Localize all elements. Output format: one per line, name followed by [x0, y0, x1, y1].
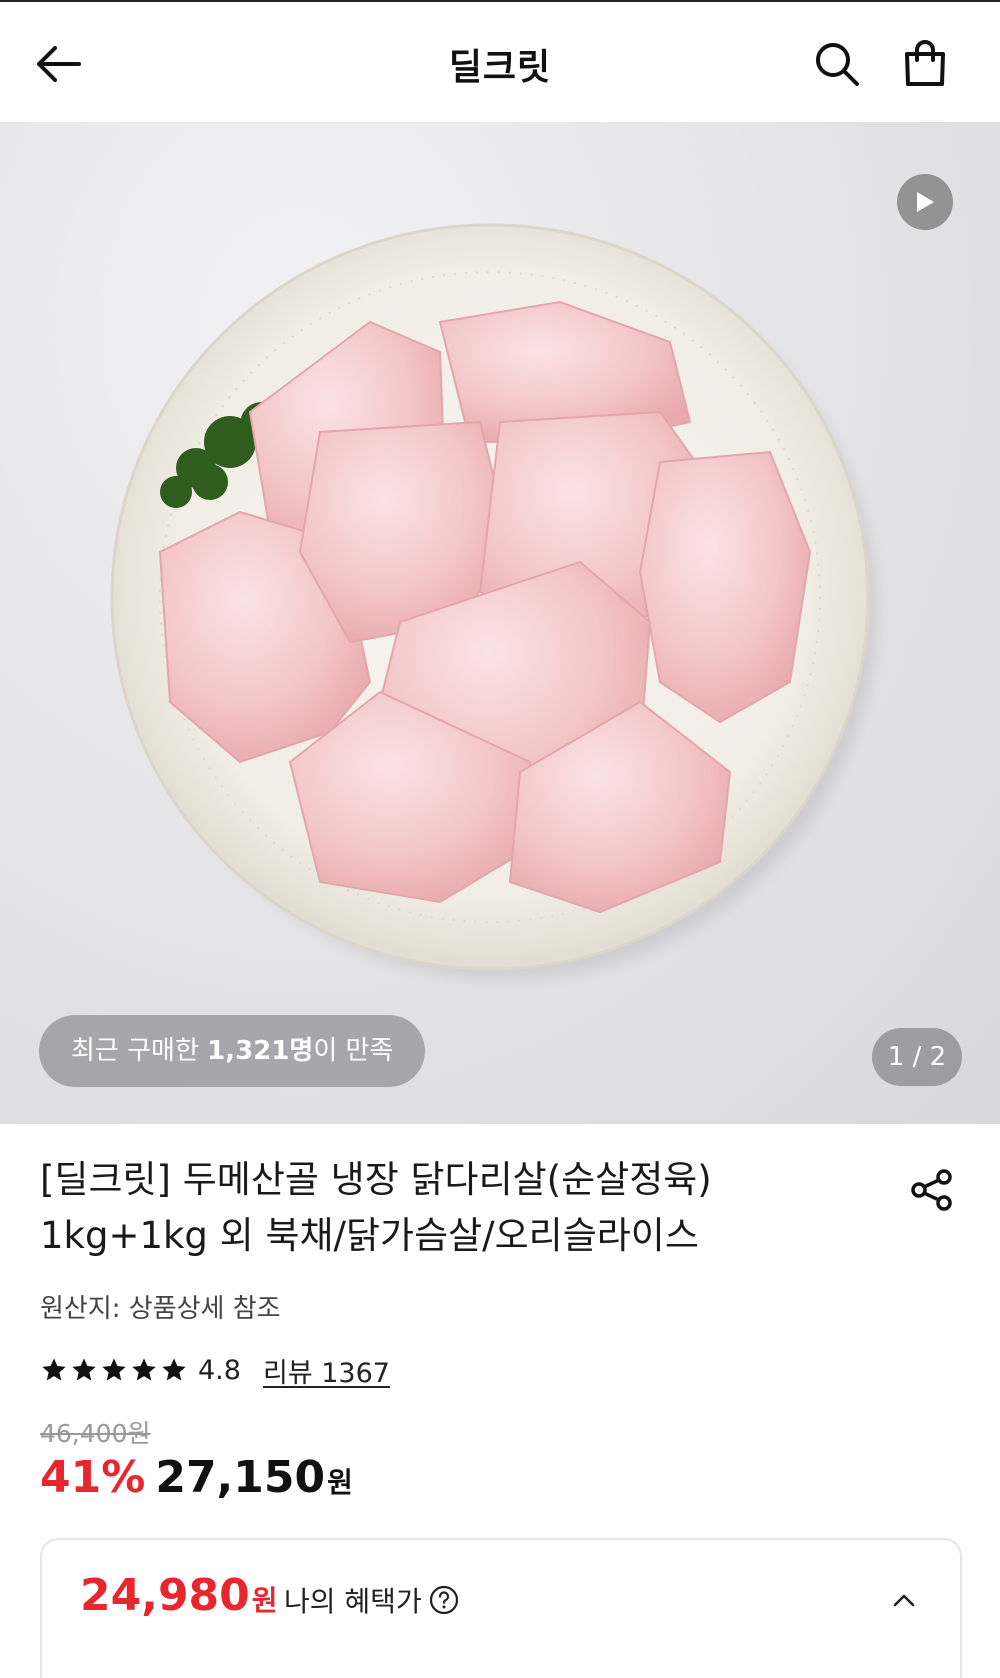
discount-rate: 41%: [40, 1452, 146, 1503]
origin-info: 원산지: 상품상세 참조: [40, 1294, 281, 1324]
product-title-line1: [딜크릿] 두메산골 냉장 닭다리살(순살정육): [40, 1158, 712, 1201]
star-icon: [162, 1358, 186, 1381]
share-button[interactable]: [900, 1158, 964, 1222]
benefit-price: 24,980 원: [80, 1570, 278, 1621]
chevron-up-icon: [893, 1594, 915, 1607]
sale-price: 27,150: [155, 1452, 326, 1503]
cart-button[interactable]: [893, 32, 957, 96]
price-row: 41% 27,150 원: [40, 1452, 353, 1503]
star-rating: [40, 1356, 188, 1384]
benefit-price-value: 24,980: [80, 1570, 250, 1621]
benefit-label-text: 나의 혜택가: [284, 1585, 422, 1618]
satisfaction-prefix: 최근 구매한: [71, 1036, 208, 1066]
play-icon: [917, 192, 934, 212]
reviews-link[interactable]: 리뷰 1367: [263, 1351, 390, 1390]
benefit-currency: 원: [251, 1584, 278, 1617]
app-header: 딜크릿: [0, 0, 1000, 122]
benefit-price-card[interactable]: 24,980 원 나의 혜택가: [40, 1538, 962, 1678]
question-circle-icon[interactable]: [428, 1584, 460, 1616]
product-title-line2: 1kg+1kg 외 북채/닭가슴살/오리슬라이스: [40, 1214, 699, 1257]
star-icon: [72, 1358, 96, 1381]
product-image-carousel[interactable]: 최근 구매한 1,321명이 만족 1 / 2: [0, 122, 1000, 1124]
search-button[interactable]: [805, 32, 869, 96]
original-price: 46,400원: [40, 1419, 151, 1448]
share-icon: [911, 1169, 952, 1211]
star-icon: [102, 1358, 126, 1381]
shopping-bag-icon: [905, 40, 945, 86]
star-icon: [42, 1358, 66, 1381]
benefit-toggle-button[interactable]: [880, 1576, 928, 1624]
satisfaction-suffix: 이 만족: [313, 1036, 394, 1066]
search-icon: [816, 43, 859, 86]
rating-value: 4.8: [198, 1354, 241, 1386]
satisfaction-count: 1,321명: [207, 1036, 314, 1066]
product-title: [딜크릿] 두메산골 냉장 닭다리살(순살정육) 1kg+1kg 외 북채/닭가…: [40, 1152, 870, 1264]
rating-row: 4.8 리뷰 1367: [40, 1350, 390, 1390]
image-counter: 1 / 2: [872, 1028, 962, 1086]
benefit-label: 나의 혜택가: [284, 1580, 460, 1620]
video-play-button[interactable]: [897, 174, 953, 230]
satisfaction-badge: 최근 구매한 1,321명이 만족: [39, 1015, 426, 1087]
product-photo: [110, 223, 877, 980]
star-icon: [132, 1358, 156, 1381]
currency-unit: 원: [327, 1466, 353, 1499]
